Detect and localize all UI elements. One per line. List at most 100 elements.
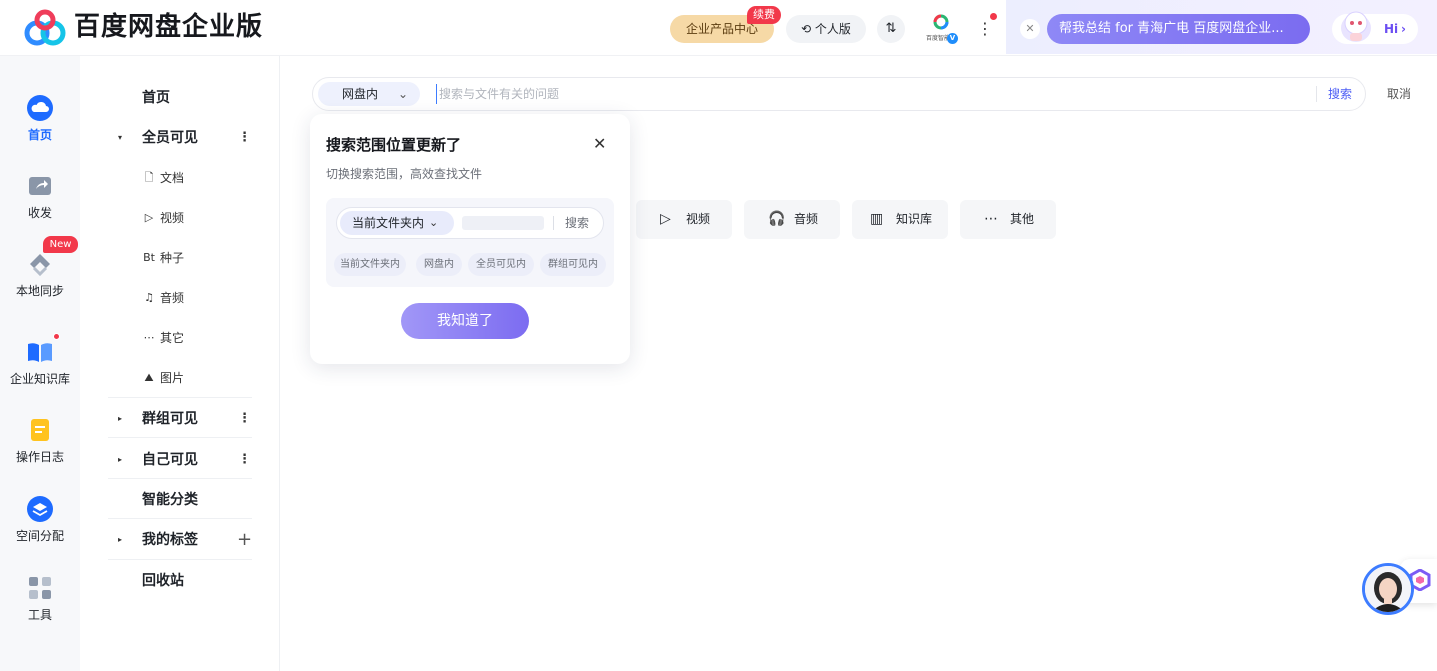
ellipsis-icon: ⋯ (984, 211, 998, 227)
category-chip-knowledge[interactable]: ▥ 知识库 (852, 200, 948, 239)
rail-label-local-sync: 本地同步 (15, 284, 64, 298)
tree-sub-label: 文档 (160, 171, 185, 185)
new-badge: New (43, 236, 78, 253)
divider (108, 518, 252, 519)
transfer-icon: ⇅ (885, 21, 897, 36)
tree-sub-others[interactable]: ⋯ 其它 (80, 323, 280, 353)
ai-robot-avatar-icon[interactable] (1338, 6, 1374, 46)
customer-service-avatar[interactable] (1362, 563, 1414, 615)
tree-sub-audio[interactable]: ♫ 音频 (80, 283, 280, 313)
top-bar: 百度网盘企业版 企业产品中心 续费 ⟲ 个人版 ⇅ 百度智能 V ⋮ ✕ 帮我总… (0, 0, 1437, 56)
apps-icon (29, 577, 51, 599)
tree-sub-videos[interactable]: ▷ 视频 (80, 203, 280, 233)
tree-item-recycle-bin[interactable]: 回收站 (80, 563, 280, 599)
agent-avatar-icon (1365, 566, 1411, 612)
personal-edition-label: 个人版 (814, 22, 851, 36)
tree-label-home: 首页 (142, 90, 170, 106)
search-scope-tip-popup: 搜索范围位置更新了 ✕ 切换搜索范围，高效查找文件 当前文件夹内 ⌄ 搜索 当前… (310, 114, 630, 364)
divider (108, 397, 252, 398)
more-options-icon[interactable]: ⋮ (238, 120, 251, 156)
rail-label-home: 首页 (27, 128, 52, 142)
tree-item-smart-category[interactable]: 智能分类 (80, 482, 280, 518)
divider (108, 437, 252, 438)
video-icon: ▷ (144, 211, 154, 224)
divider (1316, 86, 1317, 102)
more-options-icon[interactable]: ⋮ (238, 442, 251, 478)
book-icon (28, 343, 52, 362)
ai-hi-label: Hi (1384, 22, 1399, 36)
demo-scope-chip: 全员可见内 (468, 253, 534, 276)
headphones-icon: ♫ (144, 291, 154, 304)
demo-illustration: 当前文件夹内 ⌄ 搜索 当前文件夹内 网盘内 全员可见内 群组可见内 (326, 198, 614, 287)
category-chip-label: 音频 (794, 212, 819, 226)
tree-sub-label: 图片 (160, 371, 185, 385)
tree-item-home[interactable]: 首页 (80, 80, 280, 116)
caret-right-icon[interactable]: ▸ (118, 522, 122, 558)
category-chip-audio[interactable]: 🎧 音频 (744, 200, 840, 239)
switch-icon: ⟲ (801, 22, 815, 36)
chevron-down-icon[interactable]: ⌄ (398, 82, 408, 106)
headphones-icon: 🎧 (768, 211, 786, 227)
image-icon: ⛰ (144, 371, 154, 384)
notification-dot (990, 13, 997, 20)
tree-label-smart-category: 智能分类 (142, 492, 198, 508)
add-tag-icon[interactable]: + (237, 522, 252, 558)
tree-item-self-visible[interactable]: ▸ 自己可见 ⋮ (80, 442, 280, 478)
more-menu-icon[interactable]: ⋮ (975, 17, 995, 41)
rail-item-home[interactable]: 首页 (0, 94, 80, 143)
popup-subtitle: 切换搜索范围，高效查找文件 (326, 167, 483, 181)
rail-item-send-receive[interactable]: 收发 (0, 172, 80, 221)
category-chip-other[interactable]: ⋯ 其他 (960, 200, 1056, 239)
search-input[interactable] (436, 84, 1296, 104)
category-chip-label: 其他 (1010, 212, 1035, 226)
caret-right-icon[interactable]: ▸ (118, 442, 122, 478)
tree-label-group-visible: 群组可见 (142, 411, 198, 427)
divider (553, 216, 554, 230)
tree-item-group-visible[interactable]: ▸ 群组可见 ⋮ (80, 401, 280, 437)
app-title: 百度网盘企业版 (74, 12, 264, 42)
renew-badge[interactable]: 续费 (747, 6, 781, 24)
log-icon (31, 419, 49, 441)
demo-scope-chip: 群组可见内 (540, 253, 606, 276)
search-button[interactable]: 搜索 (1328, 84, 1352, 104)
close-icon[interactable]: ✕ (593, 134, 606, 154)
tree-sub-label: 视频 (160, 211, 185, 225)
secondary-nav-tree: 首页 ▾ 全员可见 ⋮ 🗋 文档 ▷ 视频 Bt 种子 ♫ 音频 ⋯ 其它 ⛰ … (80, 56, 280, 671)
ai-summary-prompt-button[interactable]: 帮我总结 for 青海广电 百度网盘企业... (1047, 14, 1310, 44)
tree-sub-images[interactable]: ⛰ 图片 (80, 363, 280, 393)
rail-item-local-sync[interactable]: 本地同步 (0, 250, 80, 299)
caret-down-icon[interactable]: ▾ (118, 120, 122, 156)
tree-item-my-tags[interactable]: ▸ 我的标签 + (80, 522, 280, 558)
more-options-icon[interactable]: ⋮ (238, 401, 251, 437)
tree-sub-torrents[interactable]: Bt 种子 (80, 243, 280, 273)
rail-item-knowledge-base[interactable]: 企业知识库 (0, 338, 80, 387)
rail-item-tools[interactable]: 工具 (0, 574, 80, 623)
tree-item-all-visible[interactable]: ▾ 全员可见 ⋮ (80, 120, 280, 156)
cancel-button[interactable]: 取消 (1387, 84, 1411, 104)
layers-icon (27, 496, 53, 522)
caret-right-icon[interactable]: ▸ (118, 401, 122, 437)
tree-label-recycle-bin: 回收站 (142, 573, 184, 589)
category-chip-label: 视频 (686, 212, 711, 226)
document-icon: 🗋 (144, 171, 154, 184)
knowledge-base-notification-dot (53, 333, 60, 340)
torrent-icon: Bt (143, 251, 155, 264)
tree-sub-label: 音频 (160, 291, 185, 305)
tree-sub-documents[interactable]: 🗋 文档 (80, 163, 280, 193)
baidu-netdisk-logo-icon[interactable] (22, 9, 68, 47)
category-chip-video[interactable]: ▷ 视频 (636, 200, 732, 239)
divider (108, 559, 252, 560)
transfer-list-button[interactable]: ⇅ (877, 15, 905, 43)
demo-scope-chip: 当前文件夹内 (334, 253, 406, 276)
personal-edition-button[interactable]: ⟲ 个人版 (786, 15, 866, 43)
share-folder-icon (29, 177, 51, 195)
chevron-down-icon: ⌄ (429, 216, 439, 229)
tree-label-my-tags: 我的标签 (142, 532, 198, 548)
ellipsis-icon: ⋯ (143, 331, 155, 344)
rail-item-operation-log[interactable]: 操作日志 (0, 416, 80, 465)
got-it-button[interactable]: 我知道了 (401, 303, 529, 339)
demo-scope-chip: 网盘内 (416, 253, 462, 276)
tree-sub-label: 种子 (160, 251, 185, 265)
ai-bar-close-icon[interactable]: ✕ (1020, 19, 1040, 39)
rail-item-space-allocation[interactable]: 空间分配 (0, 495, 80, 544)
